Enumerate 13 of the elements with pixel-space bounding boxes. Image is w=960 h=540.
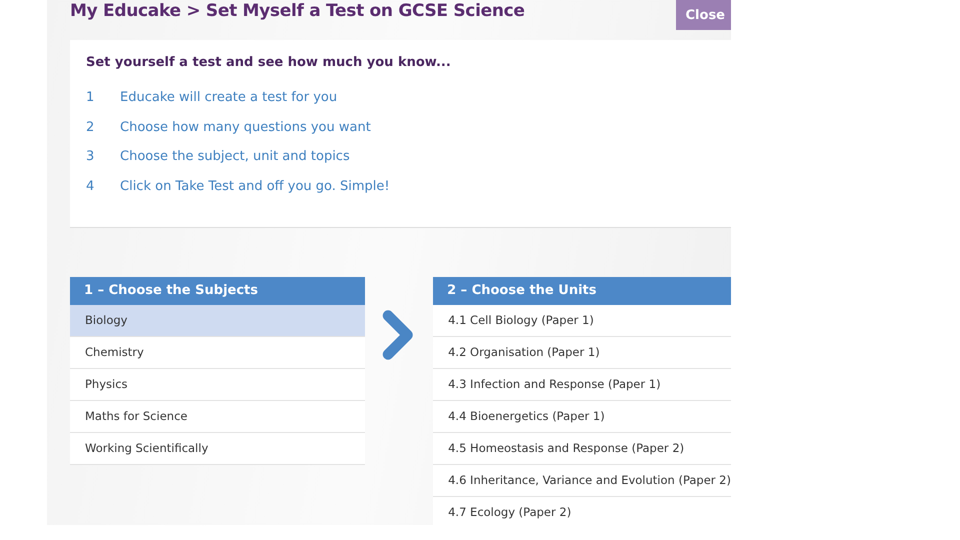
page-title: My Educake > Set Myself a Test on GCSE Science bbox=[70, 1, 525, 21]
step-number: 2 bbox=[86, 120, 96, 135]
step-number: 4 bbox=[86, 178, 96, 194]
step-text: Click on Take Test and off you go. Simple! bbox=[120, 178, 390, 194]
panel-header: 2 – Choose the Units bbox=[433, 277, 731, 305]
subject-item[interactable]: Biology bbox=[70, 305, 365, 337]
step-number: 3 bbox=[86, 149, 96, 164]
panel-header: 1 – Choose the Subjects bbox=[70, 277, 365, 305]
step-text: Choose how many questions you want bbox=[120, 120, 371, 135]
step-number: 1 bbox=[86, 90, 96, 106]
step-text: Choose the subject, unit and topics bbox=[120, 149, 350, 164]
step-text: Educake will create a test for you bbox=[120, 90, 338, 106]
intro-heading: Set yourself a test and see how much you know... bbox=[86, 55, 452, 70]
